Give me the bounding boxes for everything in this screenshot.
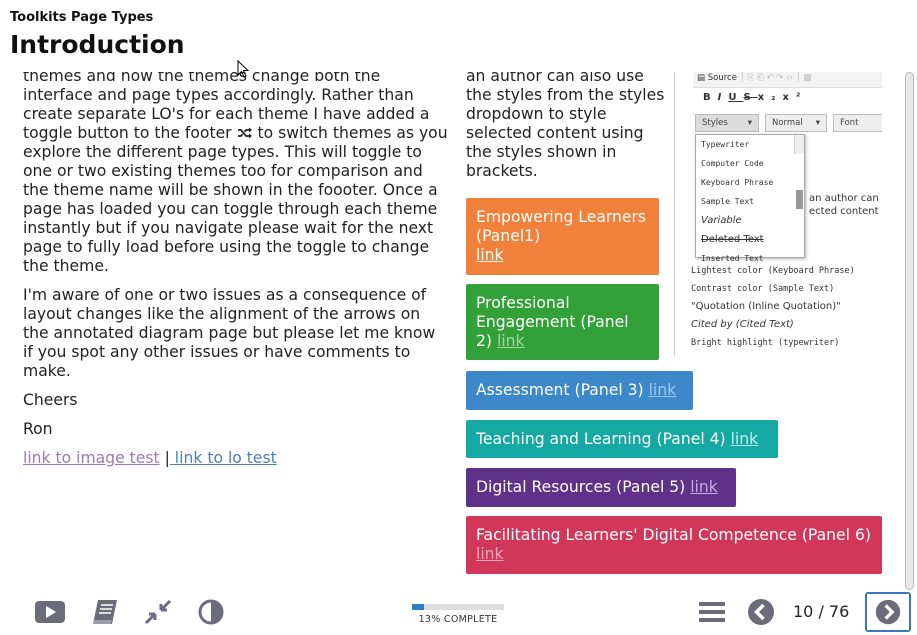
progress-fill (412, 604, 424, 610)
editor-description: an author can also use the styles from t… (466, 72, 666, 181)
source-icon: ▤ (697, 73, 708, 83)
page-current: 10 (793, 602, 814, 621)
editor-toolbar-row-1: ▤ Source │ ⎘ ⎗ ↶ ↷ ‹› │ ▦ (693, 72, 882, 88)
next-button[interactable] (865, 592, 911, 632)
format-dropdown: Normal ▾ (765, 114, 827, 132)
panel-5-link[interactable]: link (690, 478, 718, 496)
editor-description-text: an author can also use the styles from t… (466, 72, 665, 180)
styles-list-item: Variable (701, 215, 742, 226)
styles-dropdown: Styles ▾ (695, 114, 759, 132)
video-icon[interactable] (34, 598, 66, 626)
panel-1-link[interactable]: link (476, 246, 504, 264)
intro-paragraph-1: themes and how the themes change both th… (23, 72, 448, 275)
strike-icon: S (743, 92, 758, 103)
progress-bar (412, 604, 504, 610)
panel-6-link[interactable]: link (476, 545, 504, 563)
styles-dropdown-list: Typewriter Computer Code Keyboard Phrase Sa… (695, 134, 805, 263)
style-sample-line: Lightest color (Keyboard Phrase) (691, 266, 855, 276)
signoff-name: Ron (23, 420, 53, 438)
lo-test-link[interactable]: link to lo test (170, 449, 277, 467)
intro-paragraph-2: I'm aware of one or two issues as a cons… (23, 286, 436, 380)
editor-preview-text: an author can a ected content us (809, 193, 882, 217)
image-test-link[interactable]: link to image test (23, 449, 160, 467)
footer-bar: 13% COMPLETE 10 / 76 (0, 590, 917, 635)
glossary-book-icon[interactable] (89, 598, 121, 626)
progress-label: 13% COMPLETE (418, 614, 498, 625)
collapse-icon[interactable] (142, 598, 174, 626)
dropdown-scrollbar (794, 135, 804, 209)
links-row: link to image test | link to lo test (23, 449, 448, 468)
style-sample-line: Bright highlight (typewriter) (691, 338, 840, 348)
panel-4-link[interactable]: link (731, 430, 759, 448)
page-title: Introduction (10, 30, 185, 59)
style-sample-line: Cited by (Cited Text) (691, 319, 794, 330)
source-label: Source (707, 73, 737, 83)
panel-3-link[interactable]: link (649, 381, 677, 399)
italic-icon: I (717, 92, 729, 103)
styles-list-item: Sample Text (701, 197, 754, 206)
header: Toolkits Page Types Introduction (10, 10, 185, 59)
editor-style-samples: Lightest color (Keyboard Phrase) Contrast… (691, 262, 855, 352)
content-scrollbar[interactable] (903, 72, 915, 590)
font-dropdown: Font (833, 114, 882, 132)
next-icon[interactable] (873, 598, 903, 626)
intro-text-column: themes and how the themes change both th… (23, 72, 448, 478)
panel-2-link[interactable]: link (497, 332, 525, 350)
panel-facilitating-learners: Facilitating Learners' Digital Competenc… (466, 516, 882, 574)
app-title: Toolkits Page Types (10, 10, 154, 25)
editor-screenshot: ▤ Source │ ⎘ ⎗ ↶ ↷ ‹› │ ▦ BIUSx₂x² Style… (674, 72, 882, 356)
link-separator: | (159, 449, 170, 467)
panel-empowering-learners: Empowering Learners (Panel1) link (466, 198, 659, 275)
editor-toolbar-row-3: Styles ▾ Normal ▾ Font (693, 114, 882, 134)
panel-professional-engagement: Professional Engagement (Panel 2) link (466, 284, 659, 360)
shuffle-icon (237, 127, 252, 139)
panel-digital-resources: Digital Resources (Panel 5) link (466, 468, 736, 507)
scrollbar-thumb[interactable] (905, 72, 914, 590)
bold-icon: B (703, 92, 718, 103)
theme-contrast-icon[interactable] (195, 598, 227, 626)
style-sample-line: Contrast color (Sample Text) (691, 284, 835, 294)
styles-list-item: Computer Code (701, 159, 764, 168)
styles-list-item: Deleted Text (701, 234, 764, 245)
page-counter: 10 / 76 (793, 602, 850, 621)
styles-list-item: Keyboard Phrase (701, 178, 774, 187)
panel-teaching-learning: Teaching and Learning (Panel 4) link (466, 420, 778, 458)
content-area[interactable]: themes and how the themes change both th… (0, 72, 903, 590)
menu-icon[interactable] (696, 598, 728, 626)
underline-icon: U (728, 92, 744, 103)
signoff-cheers: Cheers (23, 391, 78, 409)
editor-toolbar-row-2: BIUSx₂x² (703, 92, 808, 103)
panel-assessment: Assessment (Panel 3) link (466, 371, 693, 410)
style-sample-line: "Quotation (Inline Quotation)" (691, 301, 841, 312)
prev-icon[interactable] (745, 598, 777, 626)
styles-list-item: Typewriter (701, 140, 750, 149)
page-total: 76 (828, 602, 850, 621)
